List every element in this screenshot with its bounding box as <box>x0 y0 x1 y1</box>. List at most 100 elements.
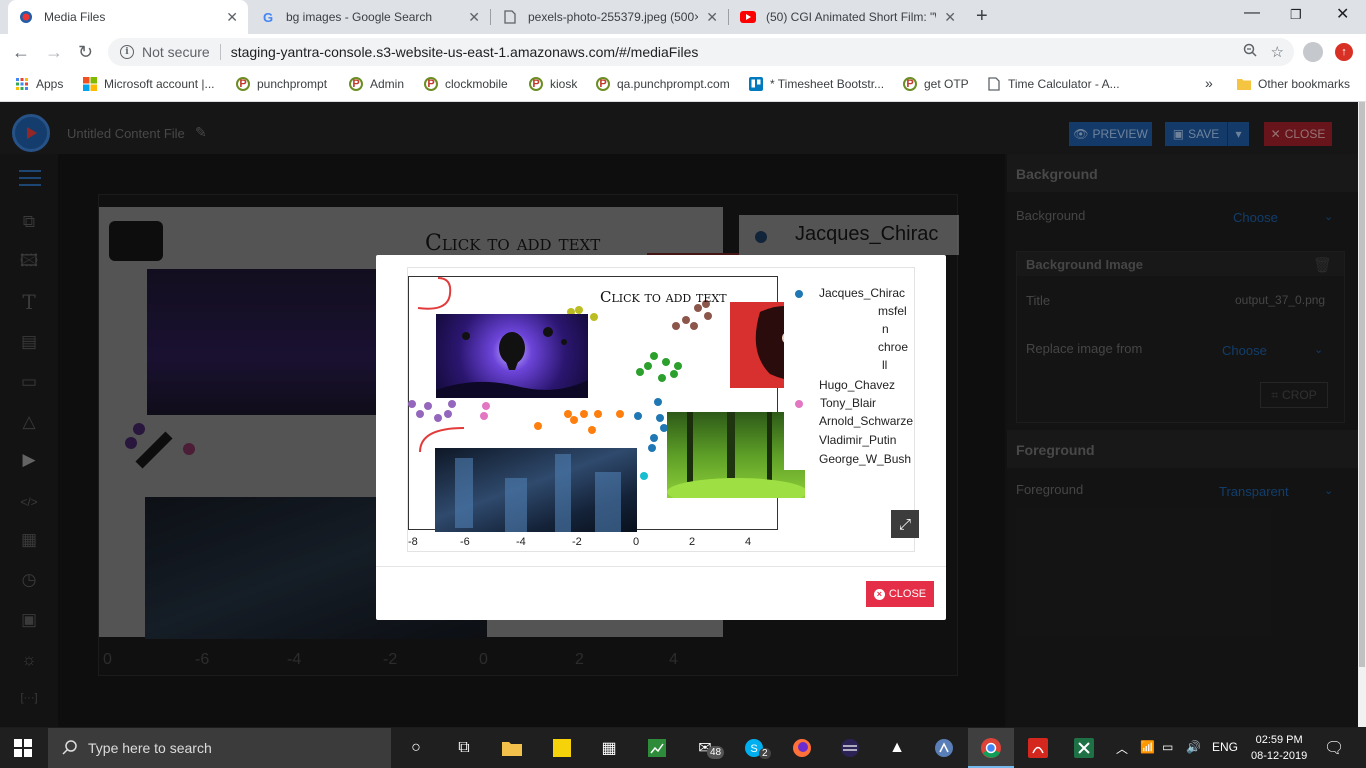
bookmark-timesheet[interactable]: * Timesheet Bootstr... <box>749 77 884 91</box>
bookmark-microsoft[interactable]: Microsoft account |... <box>83 77 215 91</box>
bookmarks-bar: Apps Microsoft account |... Ppunchprompt… <box>0 70 1366 102</box>
bookmark-label: Microsoft account |... <box>104 77 215 91</box>
bookmark-label: clockmobile <box>445 77 508 91</box>
bookmark-time-calculator[interactable]: Time Calculator - A... <box>987 77 1120 91</box>
url-text[interactable]: staging-yantra-console.s3-website-us-eas… <box>231 44 699 60</box>
bookmark-kiosk[interactable]: Pkiosk <box>529 77 577 91</box>
page-scrollbar[interactable] <box>1358 102 1366 727</box>
expand-icon[interactable]: ⤢ <box>891 510 919 538</box>
legend-label: George_W_Bush <box>819 452 912 466</box>
x-tick: 0 <box>633 536 640 548</box>
browser-toolbar: ← → ↻ i Not secure staging-yantra-consol… <box>0 34 1366 70</box>
bookmark-label: qa.punchprompt.com <box>617 77 730 91</box>
bookmark-label: Admin <box>370 77 405 91</box>
volume-icon[interactable]: 🔊 <box>1186 740 1201 754</box>
bookmark-admin[interactable]: P Admin <box>349 77 404 91</box>
skype-badge: 2 <box>759 748 771 759</box>
bookmark-star-icon[interactable]: ☆ <box>1271 43 1284 61</box>
app-icon[interactable] <box>932 736 956 760</box>
divider <box>219 44 221 60</box>
punchprompt-icon: P <box>903 77 917 91</box>
sticky-notes-icon[interactable] <box>550 736 574 760</box>
punchprompt-icon: P <box>236 77 250 91</box>
firefox-icon[interactable] <box>790 736 814 760</box>
minimize-icon[interactable]: — <box>1244 4 1260 22</box>
window-close-icon[interactable]: ✕ <box>1336 4 1349 24</box>
system-clock[interactable]: 02:59 PM 08-12-2019 <box>1251 732 1307 764</box>
task-view-icon[interactable]: ⧉ <box>452 736 476 760</box>
tab-close-icon[interactable]: ✕ <box>468 9 480 26</box>
tab-title: Media Files <box>44 10 106 24</box>
back-icon[interactable]: ← <box>12 42 30 63</box>
chrome-icon[interactable] <box>979 736 1003 760</box>
clock-time: 02:59 PM <box>1255 734 1303 746</box>
bookmark-label: Apps <box>36 77 64 91</box>
legend-label: n <box>882 322 889 336</box>
network-icon[interactable]: 📶 <box>1140 740 1155 754</box>
reload-icon[interactable]: ↻ <box>78 42 93 63</box>
eclipse-icon[interactable] <box>838 736 862 760</box>
punchprompt-icon: P <box>596 77 610 91</box>
legend-label: msfel <box>878 304 907 318</box>
document-icon <box>502 9 518 25</box>
bookmark-label: punchprompt <box>257 77 328 91</box>
excel-icon[interactable] <box>1072 736 1096 760</box>
bookmark-punchprompt[interactable]: Ppunchprompt <box>236 77 327 91</box>
x-tick: 2 <box>689 536 696 548</box>
bookmark-label: Other bookmarks <box>1258 77 1351 91</box>
document-icon <box>987 77 1001 91</box>
more-bookmarks-icon[interactable]: » <box>1205 75 1213 91</box>
tab-title: pexels-photo-255379.jpeg (500× <box>528 10 699 24</box>
new-tab-icon[interactable]: + <box>976 5 988 28</box>
modal-close-label: CLOSE <box>888 588 927 600</box>
legend-label: Hugo_Chavez <box>819 378 896 392</box>
x-tick: -2 <box>572 536 582 548</box>
language-indicator[interactable]: ENG <box>1212 740 1238 754</box>
tab-youtube-video[interactable]: (50) CGI Animated Short Film: "W ✕ <box>730 0 966 34</box>
notifications-icon[interactable]: 🗨 <box>1324 738 1344 758</box>
search-placeholder: Type here to search <box>88 740 212 756</box>
balloon-image <box>436 314 588 398</box>
city-image <box>435 448 637 532</box>
calculator-icon[interactable]: ▦ <box>597 736 621 760</box>
tab-google-search[interactable]: G bg images - Google Search ✕ <box>250 0 490 34</box>
app-icon[interactable]: ▲ <box>885 736 909 760</box>
restore-icon[interactable]: ❐ <box>1290 7 1302 23</box>
show-hidden-icons-icon[interactable]: ︿ <box>1116 740 1128 757</box>
spreadsheet-icon[interactable] <box>645 736 669 760</box>
legend-dot <box>795 400 803 408</box>
taskbar-search[interactable]: Type here to search <box>48 728 391 768</box>
bookmark-qa-punchprompt[interactable]: Pqa.punchprompt.com <box>596 77 730 91</box>
bookmark-clockmobile[interactable]: Pclockmobile <box>424 77 508 91</box>
bookmark-other[interactable]: Other bookmarks <box>1237 77 1350 91</box>
windows-start-icon[interactable] <box>14 739 32 757</box>
legend-label: chroe <box>878 340 909 354</box>
tab-close-icon[interactable]: ✕ <box>944 9 956 26</box>
svg-text:S: S <box>750 743 757 755</box>
info-icon[interactable]: i <box>120 45 134 59</box>
forward-icon[interactable]: → <box>45 42 63 63</box>
tab-separator <box>728 9 729 25</box>
file-explorer-icon[interactable] <box>500 736 524 760</box>
legend-label: Jacques_Chirac <box>819 286 906 300</box>
bookmark-apps[interactable]: Apps <box>15 77 63 91</box>
yantra-favicon-icon <box>18 9 34 25</box>
battery-icon[interactable]: ▭ <box>1162 740 1173 754</box>
punchprompt-icon: P <box>349 77 363 91</box>
cortana-icon[interactable]: ○ <box>404 736 428 760</box>
zoom-icon[interactable] <box>1243 43 1257 61</box>
tab-media-files[interactable]: Media Files ✕ <box>8 0 248 34</box>
mail-badge: 48 <box>707 746 725 759</box>
tab-close-icon[interactable]: ✕ <box>706 9 718 26</box>
update-icon[interactable]: ↑ <box>1335 43 1353 61</box>
tab-pexels-photo[interactable]: pexels-photo-255379.jpeg (500× ✕ <box>492 0 728 34</box>
tab-close-icon[interactable]: ✕ <box>226 9 238 26</box>
legend-label: Tony_Blair <box>820 396 877 410</box>
profile-avatar[interactable] <box>1303 42 1323 62</box>
modal-close-button[interactable]: × CLOSE <box>866 581 934 607</box>
acrobat-icon[interactable] <box>1026 736 1050 760</box>
x-tick: -4 <box>516 536 526 548</box>
scrollbar-thumb[interactable] <box>1359 102 1365 667</box>
address-bar[interactable]: i Not secure staging-yantra-console.s3-w… <box>108 38 1294 66</box>
bookmark-get-otp[interactable]: Pget OTP <box>903 77 969 91</box>
